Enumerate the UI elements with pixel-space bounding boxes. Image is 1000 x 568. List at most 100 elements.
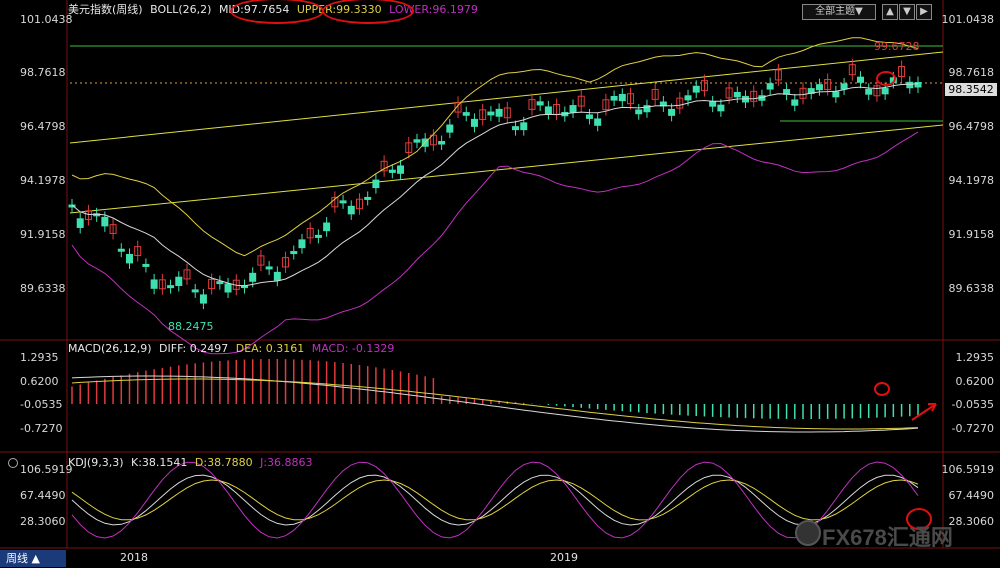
price-axis-left-2: 96.4798 bbox=[20, 120, 66, 133]
kdj-settings-icon[interactable] bbox=[8, 458, 18, 468]
candle-body bbox=[832, 91, 840, 98]
low-annotation: 88.2475 bbox=[168, 320, 214, 333]
kdj-axis-left-1: 67.4490 bbox=[20, 489, 66, 502]
macd-axis-right-2: -0.0535 bbox=[951, 398, 994, 411]
watermark-logo-icon bbox=[795, 520, 821, 546]
candle-body bbox=[914, 81, 922, 88]
price-axis-right-0: 101.0438 bbox=[941, 13, 995, 26]
candle-body bbox=[717, 104, 725, 112]
candle-body bbox=[594, 118, 602, 126]
candle-body bbox=[117, 248, 125, 252]
price-axis-left-4: 91.9158 bbox=[20, 228, 66, 241]
candle-body bbox=[290, 251, 298, 255]
candle-body bbox=[495, 108, 503, 117]
candle-body bbox=[815, 84, 823, 91]
candle-body bbox=[906, 81, 914, 89]
candle-body bbox=[76, 218, 84, 228]
candle-body bbox=[487, 111, 495, 116]
current-price-tag: 98.3542 bbox=[945, 83, 997, 96]
candle-body bbox=[216, 281, 224, 285]
candle-body bbox=[446, 124, 454, 133]
candle-body bbox=[413, 139, 421, 143]
candle-body bbox=[668, 108, 676, 116]
candle-body bbox=[314, 234, 322, 238]
candle-body bbox=[618, 93, 626, 102]
price-axis-left-0: 101.0438 bbox=[20, 13, 73, 26]
candle-body bbox=[150, 279, 158, 289]
macd-dea: DEA: 0.3161 bbox=[235, 342, 305, 355]
macd-axis-left-2: -0.0535 bbox=[20, 398, 63, 411]
price-axis-left-1: 98.7618 bbox=[20, 66, 66, 79]
candle-body bbox=[766, 83, 774, 90]
year-2018-label: 2018 bbox=[120, 551, 148, 564]
candle-body bbox=[224, 283, 232, 293]
candle-body bbox=[125, 253, 133, 264]
candle-body bbox=[167, 285, 175, 289]
chart-window: { "header": { "symbol": "美元指数(周线)", "bol… bbox=[0, 0, 1000, 568]
macd-value: MACD: -0.1329 bbox=[311, 342, 395, 355]
candle-body bbox=[191, 289, 199, 293]
macd-axis-right-0: 1.2935 bbox=[955, 351, 995, 364]
candle-body bbox=[347, 205, 355, 215]
candle-body bbox=[684, 95, 692, 101]
macd-axis-right-1: 0.6200 bbox=[955, 375, 995, 388]
macd-dea-line bbox=[71, 378, 919, 430]
candle-body bbox=[298, 239, 306, 249]
year-2019-label: 2019 bbox=[550, 551, 578, 564]
candle-body bbox=[692, 85, 700, 93]
price-axis-right-2: 96.4798 bbox=[948, 120, 995, 133]
price-axis-right-4: 91.9158 bbox=[948, 228, 995, 241]
price-axis-left-3: 94.1978 bbox=[20, 174, 66, 187]
candle-body bbox=[733, 91, 741, 98]
kdj-axis-right-0: 106.5919 bbox=[941, 463, 995, 476]
price-axis-right-5: 89.6338 bbox=[948, 282, 995, 295]
price-axis-right-3: 94.1978 bbox=[948, 174, 995, 187]
channel-upper bbox=[69, 51, 944, 144]
price-chart-canvas bbox=[0, 0, 1000, 549]
candle-body bbox=[462, 112, 470, 116]
candle-body bbox=[249, 272, 257, 282]
price-axis-left-5: 89.6338 bbox=[20, 282, 66, 295]
macd-axis-left-3: -0.7270 bbox=[20, 422, 63, 435]
candle-body bbox=[273, 271, 281, 281]
boll-upper-line bbox=[71, 37, 919, 257]
candle-body bbox=[881, 88, 889, 95]
candle-body bbox=[364, 196, 372, 200]
macd-axis-left-1: 0.6200 bbox=[20, 375, 59, 388]
candle-body bbox=[199, 294, 207, 304]
kdj-d-line bbox=[71, 479, 919, 521]
period-selector[interactable]: 周线 ▲ bbox=[0, 550, 66, 567]
candle-body bbox=[175, 276, 183, 286]
candle-body bbox=[536, 101, 544, 106]
high-annotation: 99.6728 bbox=[874, 40, 920, 53]
macd-diff-line bbox=[71, 375, 919, 433]
kdj-axis-left-0: 106.5919 bbox=[20, 463, 73, 476]
kdj-header: KDJ(9,3,3) K:38.1541 D:38.7880 J:36.8863 bbox=[68, 456, 317, 470]
macd-diff: DIFF: 0.2497 bbox=[159, 342, 229, 355]
kdj-axis-right-2: 28.3060 bbox=[948, 515, 995, 528]
candle-body bbox=[865, 88, 873, 95]
candle-body bbox=[520, 122, 528, 131]
candle-body bbox=[438, 141, 446, 145]
candle-body bbox=[791, 99, 799, 106]
macd-axis-left-0: 1.2935 bbox=[20, 351, 59, 364]
kdj-k: K:38.1541 bbox=[131, 456, 188, 469]
macd-highlight-circle bbox=[874, 382, 890, 396]
candle-body bbox=[840, 83, 848, 90]
candle-body bbox=[323, 222, 331, 232]
candle-body bbox=[339, 200, 347, 204]
candle-body bbox=[397, 165, 405, 174]
candle-body bbox=[142, 263, 150, 267]
kdj-label: KDJ(9,3,3) bbox=[68, 456, 124, 469]
candle-body bbox=[544, 106, 552, 115]
candle-body bbox=[569, 105, 577, 113]
macd-header: MACD(26,12,9) DIFF: 0.2497 DEA: 0.3161 M… bbox=[68, 342, 398, 356]
kdj-d: D:38.7880 bbox=[194, 456, 253, 469]
candle-body bbox=[101, 216, 109, 227]
candle-body bbox=[512, 126, 520, 131]
candle-body bbox=[372, 179, 380, 189]
candle-body bbox=[857, 76, 865, 83]
channel-lower bbox=[69, 124, 944, 214]
candle-body bbox=[585, 114, 593, 119]
candle-body bbox=[709, 101, 717, 107]
